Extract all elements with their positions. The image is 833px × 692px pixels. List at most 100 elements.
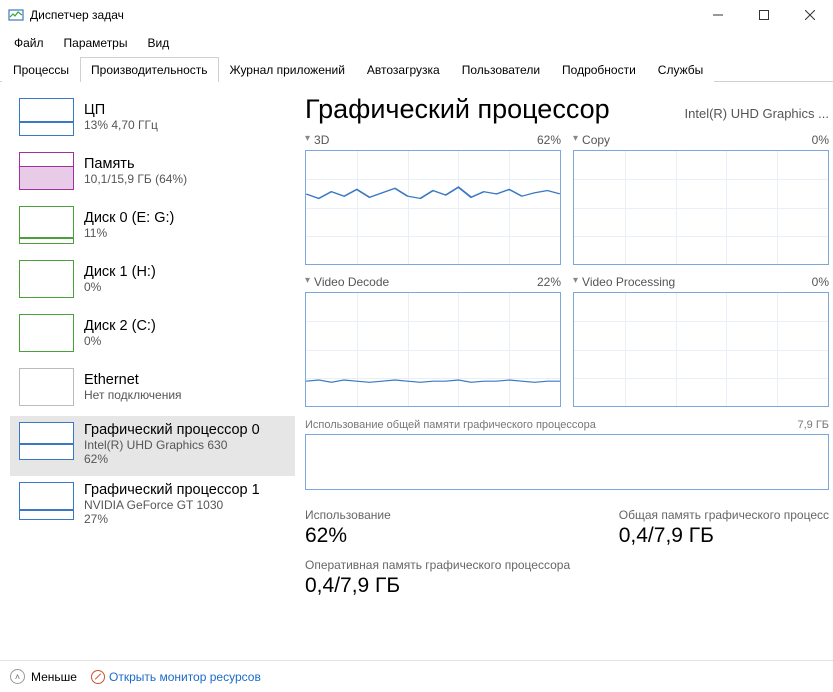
resource-monitor-icon bbox=[91, 670, 105, 684]
sidebar-gpu1-sub1: NVIDIA GeForce GT 1030 bbox=[84, 498, 260, 512]
content: ЦП 13% 4,70 ГГц Память 10,1/15,9 ГБ (64%… bbox=[0, 82, 833, 660]
sidebar-cpu-sub: 13% 4,70 ГГц bbox=[84, 118, 158, 132]
titlebar: Диспетчер задач bbox=[0, 0, 833, 30]
disk2-thumb bbox=[19, 314, 74, 352]
minimize-button[interactable] bbox=[695, 0, 741, 30]
sidebar-item-gpu0[interactable]: Графический процессор 0 Intel(R) UHD Gra… bbox=[10, 416, 295, 476]
sidebar-disk0-sub: 11% bbox=[84, 226, 174, 240]
chart-vproc-pct: 0% bbox=[812, 275, 829, 289]
sidebar-gpu1-title: Графический процессор 1 bbox=[84, 482, 260, 498]
chart-vdec-label[interactable]: Video Decode bbox=[314, 275, 389, 289]
sidebar-cpu-title: ЦП bbox=[84, 102, 158, 118]
tab-app-history[interactable]: Журнал приложений bbox=[219, 57, 356, 82]
close-button[interactable] bbox=[787, 0, 833, 30]
main-title: Графический процессор bbox=[305, 94, 610, 125]
cpu-thumb bbox=[19, 98, 74, 136]
stat-usage: Использование 62% bbox=[305, 508, 391, 548]
sidebar-gpu0-sub2: 62% bbox=[84, 452, 260, 466]
stat-dedicated-label: Оперативная память графического процессо… bbox=[305, 558, 829, 572]
disk1-thumb bbox=[19, 260, 74, 298]
sidebar-memory-sub: 10,1/15,9 ГБ (64%) bbox=[84, 172, 187, 186]
maximize-button[interactable] bbox=[741, 0, 787, 30]
sidebar-ethernet-sub: Нет подключения bbox=[84, 388, 182, 402]
sidebar-item-ethernet[interactable]: Ethernet Нет подключения bbox=[10, 362, 295, 416]
app-icon bbox=[8, 7, 24, 23]
chart-copy-label[interactable]: Copy bbox=[582, 133, 610, 147]
chevron-down-icon[interactable]: ▾ bbox=[573, 133, 578, 147]
sidebar-item-disk0[interactable]: Диск 0 (E: G:) 11% bbox=[10, 200, 295, 254]
tab-users[interactable]: Пользователи bbox=[451, 57, 551, 82]
main-header: Графический процессор Intel(R) UHD Graph… bbox=[305, 94, 829, 125]
ethernet-thumb bbox=[19, 368, 74, 406]
sidebar-disk1-sub: 0% bbox=[84, 280, 156, 294]
gpu0-thumb bbox=[19, 422, 74, 460]
stat-shared: Общая память графического процесс 0,4/7,… bbox=[619, 508, 829, 548]
chart-video-decode: ▾ Video Decode 22% bbox=[305, 275, 561, 407]
chart-vproc-box bbox=[573, 292, 829, 407]
tab-processes[interactable]: Процессы bbox=[2, 57, 80, 82]
chart-3d: ▾ 3D 62% bbox=[305, 133, 561, 265]
sidebar: ЦП 13% 4,70 ГГц Память 10,1/15,9 ГБ (64%… bbox=[0, 82, 295, 660]
footer: ˄ Меньше Открыть монитор ресурсов bbox=[0, 660, 833, 692]
chart-copy-box bbox=[573, 150, 829, 265]
gpu1-thumb bbox=[19, 482, 74, 520]
sidebar-memory-title: Память bbox=[84, 156, 187, 172]
sidebar-item-gpu1[interactable]: Графический процессор 1 NVIDIA GeForce G… bbox=[10, 476, 295, 536]
chart-video-processing: ▾ Video Processing 0% bbox=[573, 275, 829, 407]
collapse-icon[interactable]: ˄ bbox=[10, 669, 25, 684]
resource-monitor-label: Открыть монитор ресурсов bbox=[109, 670, 261, 684]
sidebar-gpu0-title: Графический процессор 0 bbox=[84, 422, 260, 438]
shared-memory-chart bbox=[305, 434, 829, 490]
main-panel: Графический процессор Intel(R) UHD Graph… bbox=[295, 82, 833, 660]
shared-memory-label: Использование общей памяти графического … bbox=[305, 419, 596, 431]
chart-vproc-label[interactable]: Video Processing bbox=[582, 275, 675, 289]
window-controls bbox=[695, 0, 833, 30]
stat-dedicated-value: 0,4/7,9 ГБ bbox=[305, 574, 829, 598]
chevron-down-icon[interactable]: ▾ bbox=[305, 275, 310, 289]
chart-copy-pct: 0% bbox=[812, 133, 829, 147]
tab-performance[interactable]: Производительность bbox=[80, 57, 218, 82]
menu-view[interactable]: Вид bbox=[139, 32, 177, 54]
shared-memory-max: 7,9 ГБ bbox=[797, 419, 829, 431]
chart-copy: ▾ Copy 0% bbox=[573, 133, 829, 265]
stat-shared-label: Общая память графического процесс bbox=[619, 508, 829, 522]
chart-vdec-box bbox=[305, 292, 561, 407]
stat-usage-label: Использование bbox=[305, 508, 391, 522]
chart-grid: ▾ 3D 62% ▾ Copy 0% bbox=[305, 133, 829, 407]
sidebar-disk0-title: Диск 0 (E: G:) bbox=[84, 210, 174, 226]
stat-dedicated: Оперативная память графического процессо… bbox=[305, 558, 829, 598]
stat-shared-value: 0,4/7,9 ГБ bbox=[619, 524, 829, 548]
tab-startup[interactable]: Автозагрузка bbox=[356, 57, 451, 82]
sidebar-ethernet-title: Ethernet bbox=[84, 372, 182, 388]
sidebar-disk2-title: Диск 2 (C:) bbox=[84, 318, 156, 334]
chart-3d-pct: 62% bbox=[537, 133, 561, 147]
disk0-thumb bbox=[19, 206, 74, 244]
memory-thumb bbox=[19, 152, 74, 190]
tab-details[interactable]: Подробности bbox=[551, 57, 647, 82]
menu-file[interactable]: Файл bbox=[6, 32, 52, 54]
sidebar-disk1-title: Диск 1 (H:) bbox=[84, 264, 156, 280]
chevron-down-icon[interactable]: ▾ bbox=[305, 133, 310, 147]
shared-memory-label-row: Использование общей памяти графического … bbox=[305, 419, 829, 434]
less-button[interactable]: Меньше bbox=[31, 670, 77, 684]
sidebar-disk2-sub: 0% bbox=[84, 334, 156, 348]
chart-3d-label[interactable]: 3D bbox=[314, 133, 329, 147]
tab-bar: Процессы Производительность Журнал прило… bbox=[0, 56, 833, 82]
tab-services[interactable]: Службы bbox=[647, 57, 714, 82]
resource-monitor-link[interactable]: Открыть монитор ресурсов bbox=[91, 670, 261, 684]
chevron-down-icon[interactable]: ▾ bbox=[573, 275, 578, 289]
menubar: Файл Параметры Вид bbox=[0, 30, 833, 56]
sidebar-item-cpu[interactable]: ЦП 13% 4,70 ГГц bbox=[10, 92, 295, 146]
stat-usage-value: 62% bbox=[305, 524, 391, 548]
sidebar-gpu0-sub1: Intel(R) UHD Graphics 630 bbox=[84, 438, 260, 452]
menu-options[interactable]: Параметры bbox=[56, 32, 136, 54]
sidebar-gpu1-sub2: 27% bbox=[84, 512, 260, 526]
main-subtitle: Intel(R) UHD Graphics ... bbox=[685, 106, 829, 121]
window-title: Диспетчер задач bbox=[30, 8, 695, 22]
chart-3d-box bbox=[305, 150, 561, 265]
chart-vdec-pct: 22% bbox=[537, 275, 561, 289]
sidebar-item-disk2[interactable]: Диск 2 (C:) 0% bbox=[10, 308, 295, 362]
sidebar-item-memory[interactable]: Память 10,1/15,9 ГБ (64%) bbox=[10, 146, 295, 200]
sidebar-item-disk1[interactable]: Диск 1 (H:) 0% bbox=[10, 254, 295, 308]
stats-row: Использование 62% Общая память графическ… bbox=[305, 508, 829, 548]
